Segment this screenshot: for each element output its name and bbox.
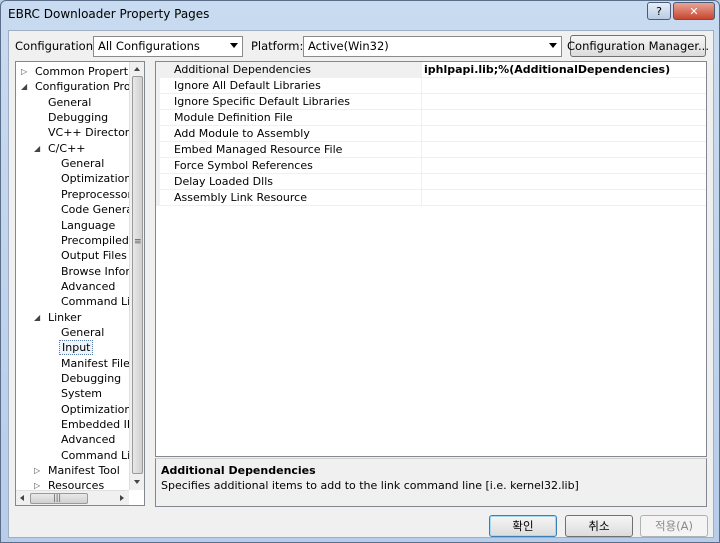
scroll-up-icon[interactable] — [134, 67, 140, 71]
property-tree[interactable]: ▷ Common Properties ◢ Configuration Prope Ge… — [15, 61, 145, 506]
property-value[interactable] — [423, 126, 706, 142]
expand-arrow-icon[interactable]: ▷ — [21, 64, 27, 79]
collapse-arrow-icon[interactable]: ◢ — [21, 79, 27, 94]
property-grid: Additional Dependencies iphlpapi.lib;%(Ad… — [155, 61, 707, 457]
property-pages-window: EBRC Downloader Property Pages ? ✕ Confi… — [0, 0, 720, 543]
platform-combo[interactable]: Active(Win32) — [303, 36, 562, 57]
property-value[interactable] — [423, 158, 706, 174]
property-value[interactable] — [423, 110, 706, 126]
tree-item[interactable]: Advanced — [59, 279, 117, 294]
cancel-button[interactable]: 취소 — [565, 515, 633, 537]
chevron-down-icon — [549, 43, 557, 48]
help-icon: ? — [656, 4, 662, 18]
property-value[interactable] — [423, 174, 706, 190]
tree-item[interactable]: General — [59, 156, 106, 171]
configuration-manager-button[interactable]: Configuration Manager... — [567, 35, 709, 57]
scroll-right-icon[interactable] — [120, 495, 124, 501]
scroll-left-icon[interactable] — [20, 495, 24, 501]
property-name: Ignore All Default Libraries — [160, 78, 422, 94]
tree-vertical-scroll-thumb[interactable]: ≡ — [132, 76, 143, 474]
tree-item[interactable]: Manifest File — [59, 356, 132, 371]
tree-item[interactable]: Output Files — [59, 248, 129, 263]
property-name: Module Definition File — [160, 110, 422, 126]
platform-value: Active(Win32) — [308, 39, 389, 53]
configuration-label: Configuration: — [15, 39, 97, 53]
tree-item[interactable]: Input — [59, 340, 94, 356]
property-name: Add Module to Assembly — [160, 126, 422, 142]
description-panel: Additional Dependencies Specifies additi… — [155, 458, 707, 507]
tree-item[interactable]: General — [59, 325, 106, 340]
help-button[interactable]: ? — [647, 2, 671, 20]
dialog-client: Configuration: All Configurations Platfo… — [8, 30, 714, 538]
tree-item[interactable]: Language — [59, 218, 117, 233]
window-title: EBRC Downloader Property Pages — [8, 7, 210, 21]
tree-item[interactable]: General — [46, 95, 93, 110]
property-value[interactable]: iphlpapi.lib;%(AdditionalDependencies) — [423, 62, 706, 78]
close-icon: ✕ — [689, 4, 699, 18]
chevron-down-icon — [230, 43, 238, 48]
close-button[interactable]: ✕ — [673, 2, 715, 20]
tree-item[interactable]: Preprocessor — [59, 187, 134, 202]
tree-vertical-scrollbar[interactable]: ≡ — [129, 62, 144, 490]
description-title: Additional Dependencies — [161, 464, 316, 477]
grip-icon: ||| — [53, 493, 62, 502]
property-row[interactable]: Additional Dependencies iphlpapi.lib;%(Ad… — [156, 62, 706, 78]
tree-item[interactable]: Advanced — [59, 432, 117, 447]
property-name: Ignore Specific Default Libraries — [160, 94, 422, 110]
tree-horizontal-scrollbar[interactable]: ||| — [16, 490, 129, 505]
property-value[interactable] — [423, 190, 706, 206]
tree-item[interactable]: Debugging — [59, 371, 123, 386]
property-name: Additional Dependencies — [160, 62, 422, 78]
property-name: Assembly Link Resource — [160, 190, 422, 206]
property-row[interactable]: Embed Managed Resource File — [156, 142, 706, 158]
configuration-combo[interactable]: All Configurations — [93, 36, 243, 57]
property-value[interactable] — [423, 142, 706, 158]
property-row[interactable]: Ignore All Default Libraries — [156, 78, 706, 94]
description-text: Specifies additional items to add to the… — [161, 479, 579, 492]
tree-item[interactable]: C/C++ — [46, 141, 88, 156]
tree-item[interactable]: System — [59, 386, 104, 401]
apply-button[interactable]: 적용(A) — [640, 515, 708, 537]
tree-horizontal-scroll-thumb[interactable]: ||| — [30, 493, 88, 504]
property-row[interactable]: Module Definition File — [156, 110, 706, 126]
ok-button[interactable]: 확인 — [489, 515, 557, 537]
tree-item[interactable]: Manifest Tool — [46, 463, 122, 478]
property-row[interactable]: Delay Loaded Dlls — [156, 174, 706, 190]
grip-icon: ≡ — [134, 237, 142, 247]
property-value[interactable] — [423, 94, 706, 110]
title-bar: EBRC Downloader Property Pages ? ✕ — [1, 1, 719, 29]
configuration-value: All Configurations — [98, 39, 200, 53]
property-name: Force Symbol References — [160, 158, 422, 174]
property-name: Embed Managed Resource File — [160, 142, 422, 158]
collapse-arrow-icon[interactable]: ◢ — [34, 310, 40, 325]
scroll-down-icon[interactable] — [134, 480, 140, 484]
tree-item[interactable]: Linker — [46, 310, 83, 325]
tree-item[interactable]: Debugging — [46, 110, 110, 125]
expand-arrow-icon[interactable]: ▷ — [34, 463, 40, 478]
platform-label: Platform: — [251, 39, 304, 53]
tree-item[interactable]: Optimization — [59, 171, 133, 186]
property-name: Delay Loaded Dlls — [160, 174, 422, 190]
property-row[interactable]: Ignore Specific Default Libraries — [156, 94, 706, 110]
property-value[interactable] — [423, 78, 706, 94]
property-row[interactable]: Force Symbol References — [156, 158, 706, 174]
property-row[interactable]: Add Module to Assembly — [156, 126, 706, 142]
property-row[interactable]: Assembly Link Resource — [156, 190, 706, 206]
tree-item[interactable]: Optimization — [59, 402, 133, 417]
collapse-arrow-icon[interactable]: ◢ — [34, 141, 40, 156]
